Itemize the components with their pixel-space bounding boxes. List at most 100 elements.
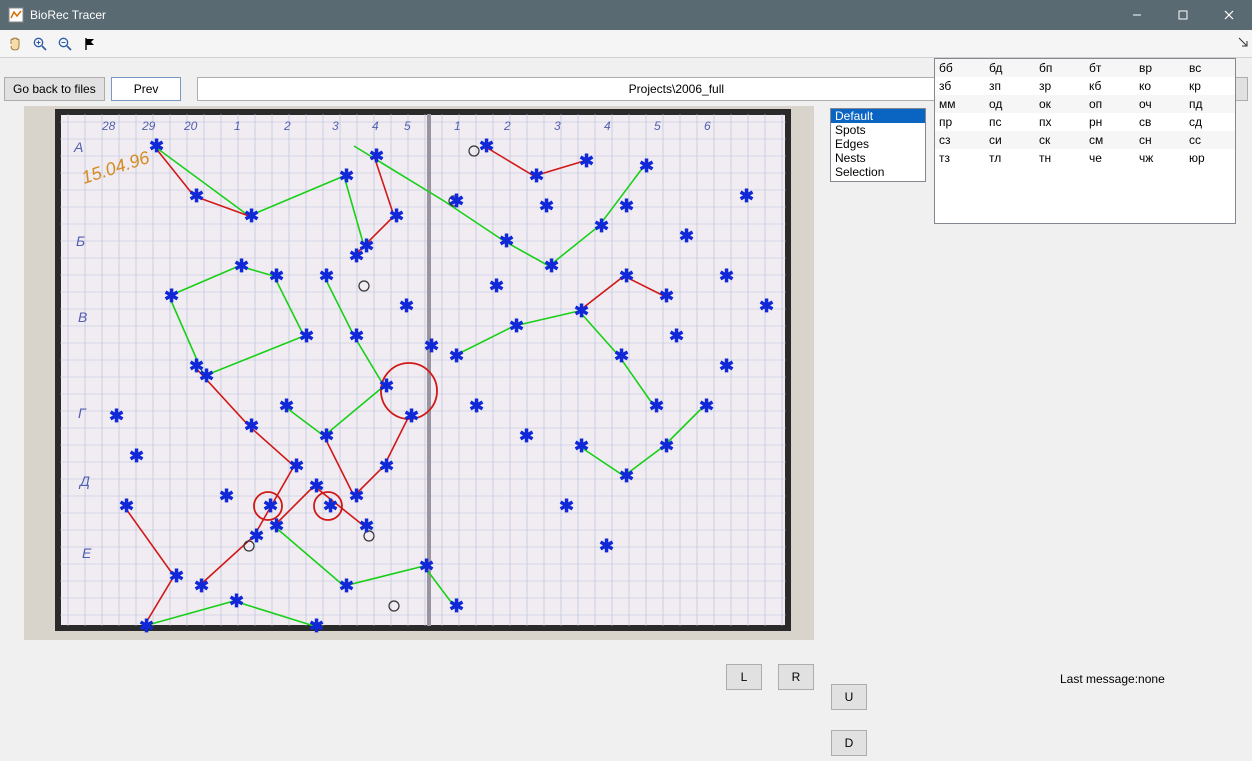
mode-option[interactable]: Selection	[831, 165, 925, 179]
svg-text:Д: Д	[78, 473, 90, 489]
svg-text:1: 1	[234, 119, 241, 133]
code-cell[interactable]: мм	[935, 95, 985, 113]
svg-text:29: 29	[141, 119, 156, 133]
svg-text:✱: ✱	[499, 231, 514, 251]
dir-left-button[interactable]: L	[726, 664, 762, 690]
svg-text:✱: ✱	[139, 616, 154, 636]
code-cell[interactable]: рн	[1085, 113, 1135, 131]
code-cell[interactable]: си	[985, 131, 1035, 149]
toolbar-expand-icon[interactable]	[1238, 36, 1248, 50]
mode-option[interactable]: Nests	[831, 151, 925, 165]
svg-text:✱: ✱	[194, 576, 209, 596]
svg-text:✱: ✱	[349, 246, 364, 266]
code-cell[interactable]: сд	[1185, 113, 1235, 131]
svg-text:✱: ✱	[249, 526, 264, 546]
zoom-in-icon[interactable]	[29, 33, 51, 55]
svg-text:Е: Е	[82, 545, 92, 561]
code-cell[interactable]: тл	[985, 149, 1035, 167]
svg-text:5: 5	[654, 119, 661, 133]
titlebar: BioRec Tracer	[0, 0, 1252, 30]
code-cell[interactable]: бт	[1085, 59, 1135, 77]
code-cell[interactable]: од	[985, 95, 1035, 113]
mode-option[interactable]: Default	[831, 109, 925, 123]
svg-text:✱: ✱	[339, 576, 354, 596]
zoom-out-icon[interactable]	[54, 33, 76, 55]
code-cell[interactable]: оч	[1135, 95, 1185, 113]
svg-text:✱: ✱	[339, 166, 354, 186]
minimize-button[interactable]	[1114, 0, 1160, 30]
close-button[interactable]	[1206, 0, 1252, 30]
svg-text:✱: ✱	[619, 466, 634, 486]
code-cell[interactable]: ко	[1135, 77, 1185, 95]
code-cell[interactable]: сн	[1135, 131, 1185, 149]
code-cell[interactable]: пх	[1035, 113, 1085, 131]
code-cell[interactable]: вс	[1185, 59, 1235, 77]
svg-text:✱: ✱	[699, 396, 714, 416]
svg-text:✱: ✱	[189, 186, 204, 206]
code-cell[interactable]: бд	[985, 59, 1035, 77]
code-cell[interactable]: тн	[1035, 149, 1085, 167]
code-cell[interactable]: чж	[1135, 149, 1185, 167]
svg-text:✱: ✱	[479, 136, 494, 156]
code-cell[interactable]: ск	[1035, 131, 1085, 149]
svg-text:✱: ✱	[279, 396, 294, 416]
notebook-canvas: 15.04.96 АБВ ГДЕ 282920 123 45 123 456	[24, 106, 814, 640]
svg-text:✱: ✱	[489, 276, 504, 296]
code-cell[interactable]: см	[1085, 131, 1135, 149]
svg-text:2: 2	[503, 119, 511, 133]
code-cell[interactable]: кб	[1085, 77, 1135, 95]
code-cell[interactable]: кр	[1185, 77, 1235, 95]
code-cell[interactable]: зр	[1035, 77, 1085, 95]
svg-text:✱: ✱	[129, 446, 144, 466]
svg-text:✱: ✱	[309, 616, 324, 636]
svg-text:✱: ✱	[649, 396, 664, 416]
status-label: Last message:	[1060, 672, 1138, 686]
prev-button[interactable]: Prev	[111, 77, 182, 101]
svg-text:✱: ✱	[379, 376, 394, 396]
code-cell[interactable]: оп	[1085, 95, 1135, 113]
code-cell[interactable]: пс	[985, 113, 1035, 131]
code-cell[interactable]: зп	[985, 77, 1035, 95]
code-cell[interactable]: пд	[1185, 95, 1235, 113]
image-panel[interactable]: 15.04.96 АБВ ГДЕ 282920 123 45 123 456	[24, 106, 814, 640]
svg-text:✱: ✱	[109, 406, 124, 426]
code-cell[interactable]: ок	[1035, 95, 1085, 113]
dir-down-button[interactable]: D	[831, 730, 867, 756]
svg-text:✱: ✱	[219, 486, 234, 506]
code-cell[interactable]: св	[1135, 113, 1185, 131]
svg-text:✱: ✱	[469, 396, 484, 416]
go-back-button[interactable]: Go back to files	[4, 77, 105, 101]
code-cell[interactable]: вр	[1135, 59, 1185, 77]
mode-option[interactable]: Spots	[831, 123, 925, 137]
code-cell[interactable]: пр	[935, 113, 985, 131]
svg-text:✱: ✱	[189, 356, 204, 376]
svg-text:28: 28	[101, 119, 116, 133]
svg-text:2: 2	[283, 119, 291, 133]
dir-up-button[interactable]: U	[831, 684, 867, 710]
code-cell[interactable]: бб	[935, 59, 985, 77]
code-cell[interactable]: тз	[935, 149, 985, 167]
code-cell[interactable]: бп	[1035, 59, 1085, 77]
svg-text:✱: ✱	[234, 256, 249, 276]
code-cell[interactable]: юр	[1185, 149, 1235, 167]
hand-tool-icon[interactable]	[4, 33, 26, 55]
svg-text:✱: ✱	[639, 156, 654, 176]
flag-icon[interactable]	[79, 33, 101, 55]
mode-listbox[interactable]: DefaultSpotsEdgesNestsSelection	[830, 108, 926, 182]
svg-text:✱: ✱	[759, 296, 774, 316]
code-cell[interactable]: сс	[1185, 131, 1235, 149]
maximize-button[interactable]	[1160, 0, 1206, 30]
code-cell[interactable]: зб	[935, 77, 985, 95]
mode-option[interactable]: Edges	[831, 137, 925, 151]
svg-text:✱: ✱	[574, 301, 589, 321]
status-message: Last message:none	[1060, 672, 1165, 686]
svg-text:6: 6	[704, 119, 711, 133]
svg-text:20: 20	[183, 119, 198, 133]
code-table[interactable]: бббдбпбтврвс збзпзркбкокр ммодокопочпд прпс…	[934, 58, 1236, 224]
svg-text:✱: ✱	[389, 206, 404, 226]
dir-right-button[interactable]: R	[778, 664, 814, 690]
code-cell[interactable]: сз	[935, 131, 985, 149]
svg-text:✱: ✱	[244, 416, 259, 436]
window-controls	[1114, 0, 1252, 30]
code-cell[interactable]: че	[1085, 149, 1135, 167]
